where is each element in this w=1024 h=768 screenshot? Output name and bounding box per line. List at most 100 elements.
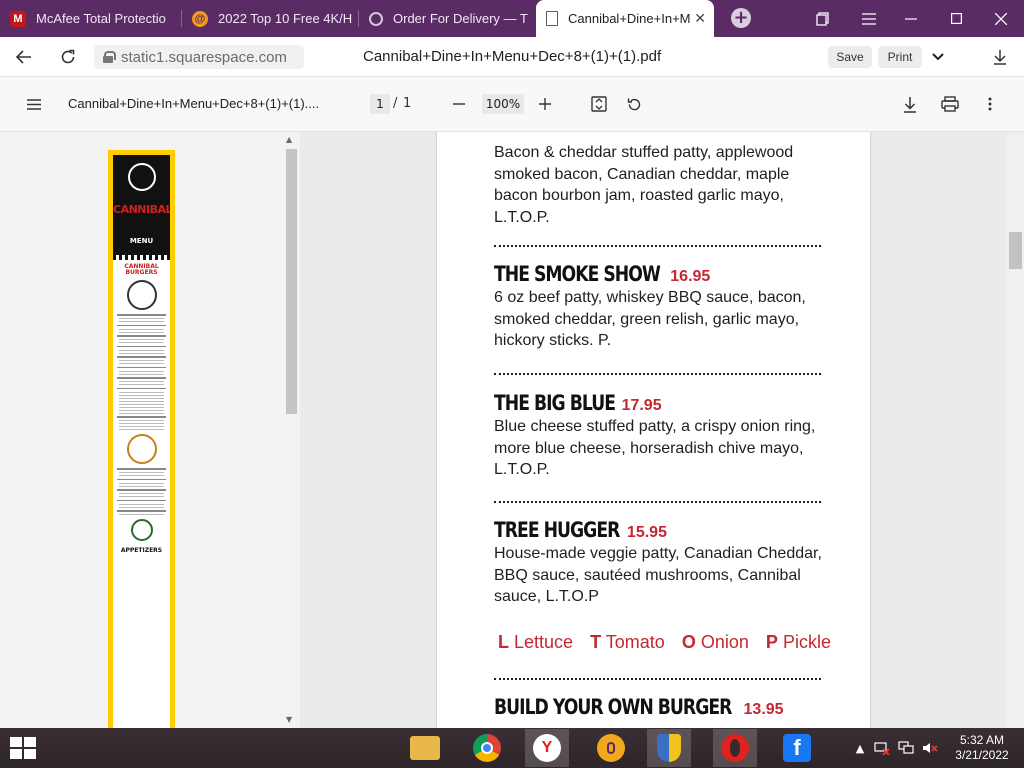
dotted-divider (494, 678, 821, 680)
menu-item-description: Blue cheese stuffed patty, a crispy onio… (494, 418, 816, 479)
minimize-button[interactable] (888, 0, 934, 37)
taskbar-file-explorer[interactable] (403, 729, 447, 767)
logo-face-icon (128, 163, 156, 191)
taskbar: Y f ▲ 5:32 AM 3/21/2022 (0, 728, 1024, 768)
rotate-button[interactable] (622, 92, 646, 116)
tray-overflow-icon[interactable]: ▲ (852, 740, 868, 756)
minus-icon (453, 103, 465, 105)
reload-icon (61, 49, 75, 64)
fit-page-button[interactable] (587, 92, 611, 116)
menu-item-name: BUILD YOUR OWN BURGER (494, 695, 732, 719)
network-warning-icon[interactable] (874, 740, 890, 756)
menu-item-smoke-show: THE SMOKE SHOW 16.95 6 oz beef patty, whi… (494, 262, 824, 352)
minimize-icon (905, 17, 917, 20)
volume-muted-icon[interactable] (922, 740, 938, 756)
tab-order-delivery[interactable]: Order For Delivery — T (359, 0, 534, 37)
shield-icon (657, 734, 681, 762)
scroll-up-icon[interactable]: ▲ (286, 135, 292, 144)
close-tab-icon[interactable]: ✕ (694, 10, 706, 27)
thumbnail-section-burgers: CANNIBAL BURGERS (124, 263, 159, 276)
menu-item-price: 13.95 (743, 701, 784, 718)
sidebar-toggle-button[interactable] (22, 92, 46, 116)
taskbar-opera[interactable] (713, 729, 757, 767)
thumbnail-text-block (113, 314, 170, 430)
tab-mcafee[interactable]: M McAfee Total Protectio (0, 0, 180, 37)
menu-item-tree-hugger: TREE HUGGER 15.95 House-made veggie patty… (494, 518, 824, 608)
globe-icon (369, 11, 383, 26)
display-icon[interactable] (898, 740, 914, 756)
facebook-icon: f (783, 734, 811, 762)
download-icon (994, 50, 1006, 65)
legend-key: P (765, 632, 778, 652)
download-icon (904, 96, 916, 113)
thumbnail-page: CANNIBAL MENU CANNIBAL BURGERS APPETIZER… (113, 155, 170, 728)
legend-word: Onion (700, 632, 749, 652)
taskbar-facebook[interactable]: f (775, 729, 819, 767)
taskbar-key-app[interactable] (589, 729, 633, 767)
more-dropdown-button[interactable] (926, 45, 950, 69)
tab-label: Cannibal+Dine+In+M (568, 11, 690, 26)
menu-hamburger-icon[interactable] (846, 0, 892, 37)
sidebar-scroll-thumb[interactable] (286, 149, 297, 414)
pdf-print-button[interactable] (938, 92, 962, 116)
dotted-divider (494, 373, 821, 375)
system-clock[interactable]: 5:32 AM 3/21/2022 (944, 733, 1020, 763)
start-button[interactable] (10, 737, 38, 761)
document-title: Cannibal+Dine+In+Menu+Dec+8+(1)+(1).pdf (363, 48, 662, 65)
tab-actions-icon[interactable] (800, 0, 846, 37)
collections-icon (816, 11, 829, 26)
badge-illustration (126, 434, 157, 464)
pdf-icon (546, 11, 558, 26)
zoom-in-button[interactable] (533, 92, 557, 116)
main-scrollbar[interactable] (1007, 132, 1024, 728)
tab-cannibal-pdf[interactable]: Cannibal+Dine+In+M ✕ (536, 0, 714, 37)
yandex-icon: Y (533, 734, 561, 762)
taskbar-chrome[interactable] (465, 729, 509, 767)
page-thumbnail[interactable]: CANNIBAL MENU CANNIBAL BURGERS APPETIZER… (108, 150, 175, 728)
thumbnail-section-appetizers: APPETIZERS (120, 547, 163, 554)
download-button[interactable] (988, 45, 1012, 69)
taskbar-security-app[interactable] (647, 729, 691, 767)
new-tab-button[interactable]: + (731, 8, 751, 28)
topping-legend: L Lettuce T Tomato O Onion P Pickle (498, 632, 843, 653)
menu-item-partial: Bacon & cheddar stuffed patty, applewood… (494, 141, 824, 228)
reload-button[interactable] (56, 45, 80, 69)
close-window-button[interactable] (978, 0, 1024, 37)
legend-word: Pickle (782, 632, 831, 652)
legend-key: L (498, 632, 509, 652)
main-scroll-thumb[interactable] (1009, 232, 1022, 269)
more-options-button[interactable] (978, 92, 1002, 116)
page-number-input[interactable]: 1 (370, 94, 390, 114)
close-icon (995, 12, 1007, 25)
page-separator: / (393, 96, 398, 111)
scroll-down-icon[interactable]: ▼ (286, 715, 292, 724)
url-field[interactable]: static1.squarespace.com (94, 45, 304, 69)
legend-word: Tomato (605, 632, 665, 652)
save-button[interactable]: Save (828, 46, 872, 68)
print-button[interactable]: Print (878, 46, 922, 68)
checker-divider (113, 255, 170, 260)
dotted-divider (494, 245, 821, 247)
thumbnail-text-block-2 (113, 468, 170, 515)
pdf-viewer: CANNIBAL MENU CANNIBAL BURGERS APPETIZER… (0, 132, 1024, 728)
menu-item-name: THE BIG BLUE (494, 391, 616, 415)
vertical-dots-icon (988, 97, 992, 111)
back-button[interactable] (12, 45, 36, 69)
rotate-icon (627, 98, 640, 110)
pdf-download-button[interactable] (898, 92, 922, 116)
clock-date: 3/21/2022 (955, 748, 1009, 762)
tab-top10[interactable]: @ 2022 Top 10 Free 4K/H (182, 0, 357, 37)
pdf-title: Cannibal+Dine+In+Menu+Dec+8+(1)+(1).... (68, 96, 320, 111)
taskbar-yandex[interactable]: Y (525, 729, 569, 767)
page-total: 1 (403, 96, 412, 111)
thumbnail-brand: CANNIBAL (113, 203, 170, 216)
back-arrow-icon (16, 50, 31, 64)
menu-item-description: House-made veggie patty, Canadian Chedda… (494, 545, 822, 606)
zoom-level[interactable]: 100% (482, 94, 524, 114)
maximize-button[interactable] (933, 0, 979, 37)
mcafee-icon: M (10, 10, 26, 27)
clock-time: 5:32 AM (959, 733, 1005, 747)
lock-icon (103, 51, 116, 63)
address-bar: static1.squarespace.com Cannibal+Dine+In… (0, 37, 1024, 77)
zoom-out-button[interactable] (447, 92, 471, 116)
